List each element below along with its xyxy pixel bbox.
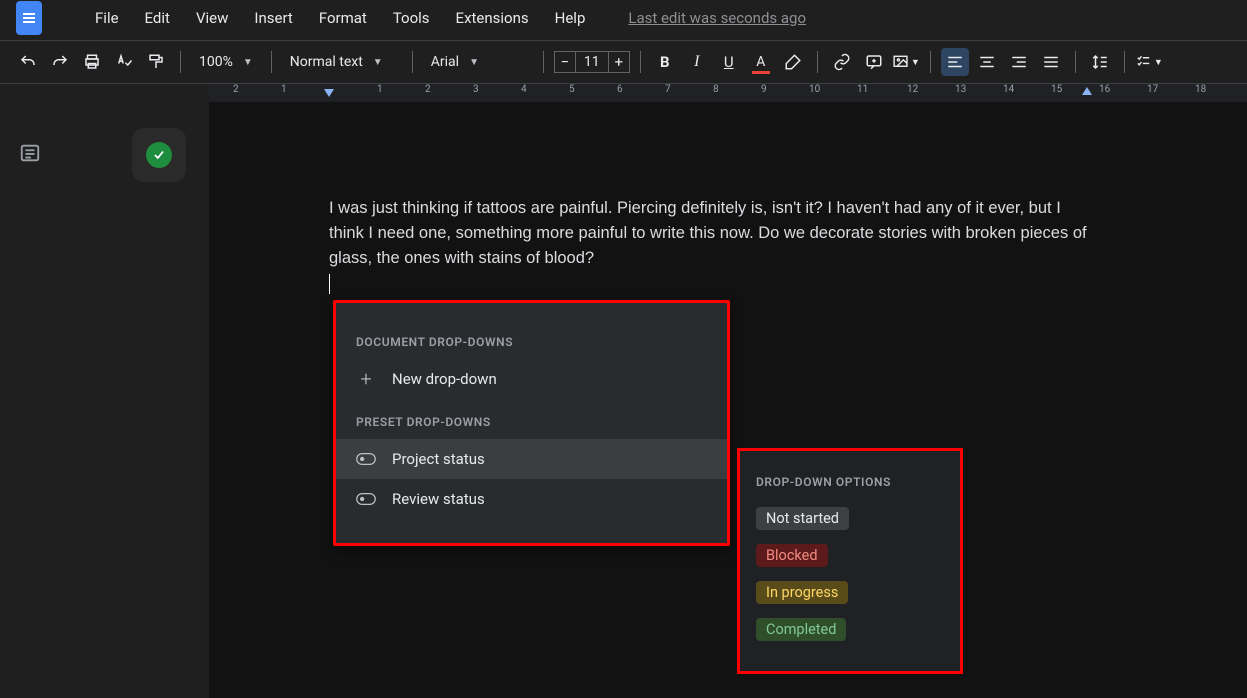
- option-chip-not-started[interactable]: Not started: [756, 507, 849, 530]
- ruler-tick: 1: [281, 84, 287, 95]
- ruler-tick: 4: [521, 84, 527, 95]
- menu-extensions[interactable]: Extensions: [443, 3, 542, 33]
- line-spacing-button[interactable]: [1086, 48, 1114, 76]
- ruler-tick: 16: [1099, 84, 1110, 95]
- highlight-button[interactable]: [779, 48, 807, 76]
- menu-help[interactable]: Help: [542, 3, 599, 33]
- dropdown-options-panel: DROP-DOWN OPTIONS Not started Blocked In p…: [737, 448, 963, 674]
- insert-link-button[interactable]: [828, 48, 856, 76]
- new-dropdown-label: New drop-down: [392, 370, 497, 388]
- option-chip-completed[interactable]: Completed: [756, 618, 846, 641]
- document-dropdowns-label: DOCUMENT DROP-DOWNS: [336, 329, 727, 359]
- dropdown-options-label: DROP-DOWN OPTIONS: [756, 475, 944, 489]
- zoom-select[interactable]: 100%▼: [191, 48, 261, 76]
- align-justify-button[interactable]: [1037, 48, 1065, 76]
- ruler-tick: 15: [1051, 84, 1062, 95]
- zoom-value: 100%: [199, 54, 233, 70]
- document-body-text[interactable]: I was just thinking if tattoos are painf…: [329, 196, 1089, 298]
- ruler-tick: 13: [955, 84, 966, 95]
- ruler-tick: 14: [1003, 84, 1014, 95]
- ruler-tick: 1: [377, 84, 383, 95]
- text-cursor: [329, 274, 330, 294]
- paint-format-button[interactable]: [142, 48, 170, 76]
- suggestion-badge[interactable]: [132, 128, 186, 182]
- dropdown-chip-icon: [356, 452, 376, 466]
- align-left-button[interactable]: [941, 48, 969, 76]
- ruler-tick: 8: [713, 84, 719, 95]
- insert-comment-button[interactable]: [860, 48, 888, 76]
- ruler-tick: 9: [761, 84, 767, 95]
- outline-toggle-icon[interactable]: [19, 142, 41, 698]
- check-circle-icon: [146, 142, 172, 168]
- ruler-tick: 12: [907, 84, 918, 95]
- option-chip-blocked[interactable]: Blocked: [756, 544, 828, 567]
- outline-panel: [0, 102, 60, 698]
- font-family-select[interactable]: Arial▼: [423, 48, 533, 76]
- style-value: Normal text: [290, 54, 363, 70]
- checklist-button[interactable]: ▼: [1135, 48, 1163, 76]
- align-center-button[interactable]: [973, 48, 1001, 76]
- ruler-tick: 17: [1147, 84, 1158, 95]
- undo-button[interactable]: [14, 48, 42, 76]
- preset-review-status[interactable]: Review status: [336, 479, 727, 519]
- plus-icon: +: [356, 367, 376, 391]
- menu-edit[interactable]: Edit: [132, 3, 183, 33]
- align-right-button[interactable]: [1005, 48, 1033, 76]
- bold-button[interactable]: B: [651, 48, 679, 76]
- underline-button[interactable]: U: [715, 48, 743, 76]
- preset-label: Review status: [392, 490, 485, 508]
- paragraph-text: I was just thinking if tattoos are painf…: [329, 199, 1087, 267]
- dropdown-chip-icon: [356, 492, 376, 506]
- menu-view[interactable]: View: [183, 3, 241, 33]
- menubar: FileEditViewInsertFormatToolsExtensionsH…: [0, 0, 1247, 35]
- ruler-tick: 2: [233, 84, 239, 95]
- ruler-tick: 5: [569, 84, 575, 95]
- horizontal-ruler[interactable]: 21123456789101112131415161718: [209, 84, 1247, 102]
- new-dropdown-row[interactable]: + New drop-down: [336, 359, 727, 399]
- last-edit-link[interactable]: Last edit was seconds ago: [628, 9, 806, 27]
- insert-image-button[interactable]: ▼: [892, 48, 920, 76]
- font-size-control: − 11 +: [554, 51, 630, 73]
- ruler-tick: 18: [1195, 84, 1206, 95]
- redo-button[interactable]: [46, 48, 74, 76]
- italic-button[interactable]: I: [683, 48, 711, 76]
- paragraph-style-select[interactable]: Normal text▼: [282, 48, 402, 76]
- menu-tools[interactable]: Tools: [380, 3, 443, 33]
- print-button[interactable]: [78, 48, 106, 76]
- ruler-tick: 11: [857, 84, 868, 95]
- font-size-value[interactable]: 11: [576, 51, 608, 73]
- docs-logo-icon[interactable]: [16, 1, 42, 35]
- preset-project-status[interactable]: Project status: [336, 439, 727, 479]
- menu-insert[interactable]: Insert: [241, 3, 305, 33]
- toolbar: 100%▼ Normal text▼ Arial▼ − 11 + B I U A…: [0, 40, 1247, 84]
- right-indent-marker[interactable]: [1082, 87, 1092, 95]
- preset-label: Project status: [392, 450, 485, 468]
- ruler-tick: 6: [617, 84, 623, 95]
- spellcheck-button[interactable]: [110, 48, 138, 76]
- menu-file[interactable]: File: [82, 3, 132, 33]
- text-color-button[interactable]: A: [747, 48, 775, 76]
- menu-format[interactable]: Format: [306, 3, 380, 33]
- dropdown-insert-panel: DOCUMENT DROP-DOWNS + New drop-down PRES…: [333, 300, 730, 546]
- first-line-indent-marker[interactable]: [324, 89, 334, 97]
- font-size-increase-button[interactable]: +: [608, 51, 630, 73]
- font-value: Arial: [431, 54, 459, 70]
- ruler-tick: 7: [665, 84, 671, 95]
- ruler-tick: 10: [809, 84, 820, 95]
- document-page[interactable]: I was just thinking if tattoos are painf…: [209, 102, 1247, 698]
- preset-dropdowns-label: PRESET DROP-DOWNS: [336, 409, 727, 439]
- option-chip-in-progress[interactable]: In progress: [756, 581, 848, 604]
- ruler-tick: 2: [425, 84, 431, 95]
- font-size-decrease-button[interactable]: −: [554, 51, 576, 73]
- ruler-tick: 3: [473, 84, 479, 95]
